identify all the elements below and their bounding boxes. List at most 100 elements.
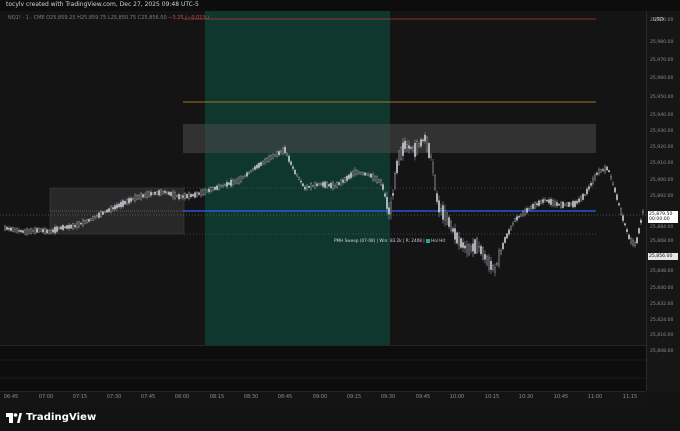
candle-body bbox=[342, 179, 344, 183]
time-tick: 11:00 bbox=[587, 394, 603, 400]
time-tick: 10:15 bbox=[484, 394, 500, 400]
candle-body bbox=[246, 172, 248, 177]
candle-body bbox=[636, 237, 638, 244]
candle-body bbox=[266, 158, 268, 162]
candle-body bbox=[304, 186, 306, 190]
candle-body bbox=[282, 148, 284, 154]
candle-body bbox=[534, 202, 536, 209]
time-tick: 10:00 bbox=[449, 394, 465, 400]
price-tick: 25,940.00 bbox=[650, 113, 674, 118]
candle-body bbox=[484, 254, 486, 260]
candle-body bbox=[352, 171, 354, 176]
candle-body bbox=[478, 245, 480, 248]
candle-body bbox=[346, 175, 348, 181]
time-tick: 08:30 bbox=[243, 394, 259, 400]
candle-body bbox=[316, 183, 318, 187]
candle-body bbox=[626, 229, 628, 232]
candle-body bbox=[90, 218, 92, 221]
candle-body bbox=[130, 198, 132, 202]
candle-body bbox=[408, 145, 410, 149]
candle-body bbox=[214, 186, 216, 190]
candle-body bbox=[150, 192, 152, 196]
footer: TradingView bbox=[0, 405, 680, 431]
candle-body bbox=[486, 256, 488, 265]
candle-body bbox=[382, 184, 384, 190]
price-tick: 25,930.00 bbox=[650, 129, 674, 134]
price-chart[interactable] bbox=[0, 0, 646, 391]
candle-body bbox=[300, 180, 302, 183]
candle-body bbox=[452, 228, 454, 232]
candle-body bbox=[634, 242, 636, 246]
candle-body bbox=[574, 201, 576, 207]
candle-body bbox=[110, 206, 112, 213]
candle-body bbox=[454, 228, 456, 240]
candle-body bbox=[322, 182, 324, 187]
candle-body bbox=[186, 193, 188, 199]
candle-body bbox=[562, 201, 564, 208]
candle-body bbox=[6, 227, 8, 230]
candle-body bbox=[208, 188, 210, 192]
candle-body bbox=[142, 194, 144, 198]
candle-body bbox=[378, 179, 380, 183]
candle-body bbox=[590, 183, 592, 186]
candle-body bbox=[530, 206, 532, 209]
candle-body bbox=[318, 183, 320, 186]
candle-body bbox=[120, 201, 122, 208]
candle-body bbox=[290, 161, 292, 165]
candle-body bbox=[528, 208, 530, 210]
legend-change: −3.25 (−0.01%) bbox=[168, 15, 210, 21]
candle-body bbox=[202, 189, 204, 196]
candle-body bbox=[152, 192, 154, 195]
candle-body bbox=[480, 246, 482, 255]
candle-body bbox=[230, 179, 232, 187]
price-tick: 25,824.00 bbox=[650, 318, 674, 323]
candle-body bbox=[578, 198, 580, 203]
time-tick: 06:45 bbox=[3, 394, 19, 400]
candle-body bbox=[260, 162, 262, 166]
candle-body bbox=[526, 208, 528, 213]
candle-body bbox=[620, 208, 622, 215]
candle-body bbox=[440, 208, 442, 211]
candle-body bbox=[252, 168, 254, 171]
tradingview-logo[interactable]: TradingView bbox=[6, 412, 96, 423]
candle-body bbox=[368, 173, 370, 176]
candle-body bbox=[612, 182, 614, 186]
candle-body bbox=[280, 151, 282, 153]
candle-body bbox=[54, 226, 56, 234]
candle-body bbox=[450, 221, 452, 231]
candle-body bbox=[268, 156, 270, 162]
candle-body bbox=[198, 192, 200, 195]
candle-body bbox=[314, 182, 316, 189]
candle-body bbox=[570, 203, 572, 206]
candle-body bbox=[370, 173, 372, 178]
candle-body bbox=[354, 169, 356, 175]
legend-ohlc: O25,859.25 H25,859.75 L25,850.75 C25,856… bbox=[46, 15, 167, 21]
candle-body bbox=[72, 223, 74, 230]
candle-body bbox=[558, 203, 560, 206]
candle-body bbox=[38, 227, 40, 233]
candle-body bbox=[498, 250, 500, 266]
price-tick: 25,816.00 bbox=[650, 333, 674, 338]
price-tick: 25,970.00 bbox=[650, 58, 674, 63]
candle-body bbox=[336, 182, 338, 188]
candle-body bbox=[416, 141, 418, 154]
candle-body bbox=[200, 190, 202, 196]
candle-body bbox=[376, 176, 378, 183]
price-axis[interactable]: USD 25,990.00 25,980.00 25,970.00 25,960… bbox=[646, 11, 680, 391]
candle-body bbox=[42, 228, 44, 233]
candle-body bbox=[114, 205, 116, 210]
candle-body bbox=[568, 202, 570, 207]
price-tick: 25,848.00 bbox=[650, 269, 674, 274]
candle-body bbox=[132, 198, 134, 200]
candle-body bbox=[44, 227, 46, 235]
candle-body bbox=[432, 162, 434, 173]
candle-body bbox=[364, 172, 366, 176]
indicator-panel[interactable] bbox=[0, 345, 646, 392]
time-axis[interactable]: 06:45 07:00 07:15 07:30 07:45 08:00 08:1… bbox=[0, 391, 646, 406]
candle-body bbox=[292, 166, 294, 169]
badge-square-icon bbox=[426, 239, 431, 243]
candle-body bbox=[510, 226, 512, 230]
candle-body bbox=[638, 228, 640, 234]
candle-body bbox=[550, 199, 552, 205]
candle-body bbox=[306, 185, 308, 190]
